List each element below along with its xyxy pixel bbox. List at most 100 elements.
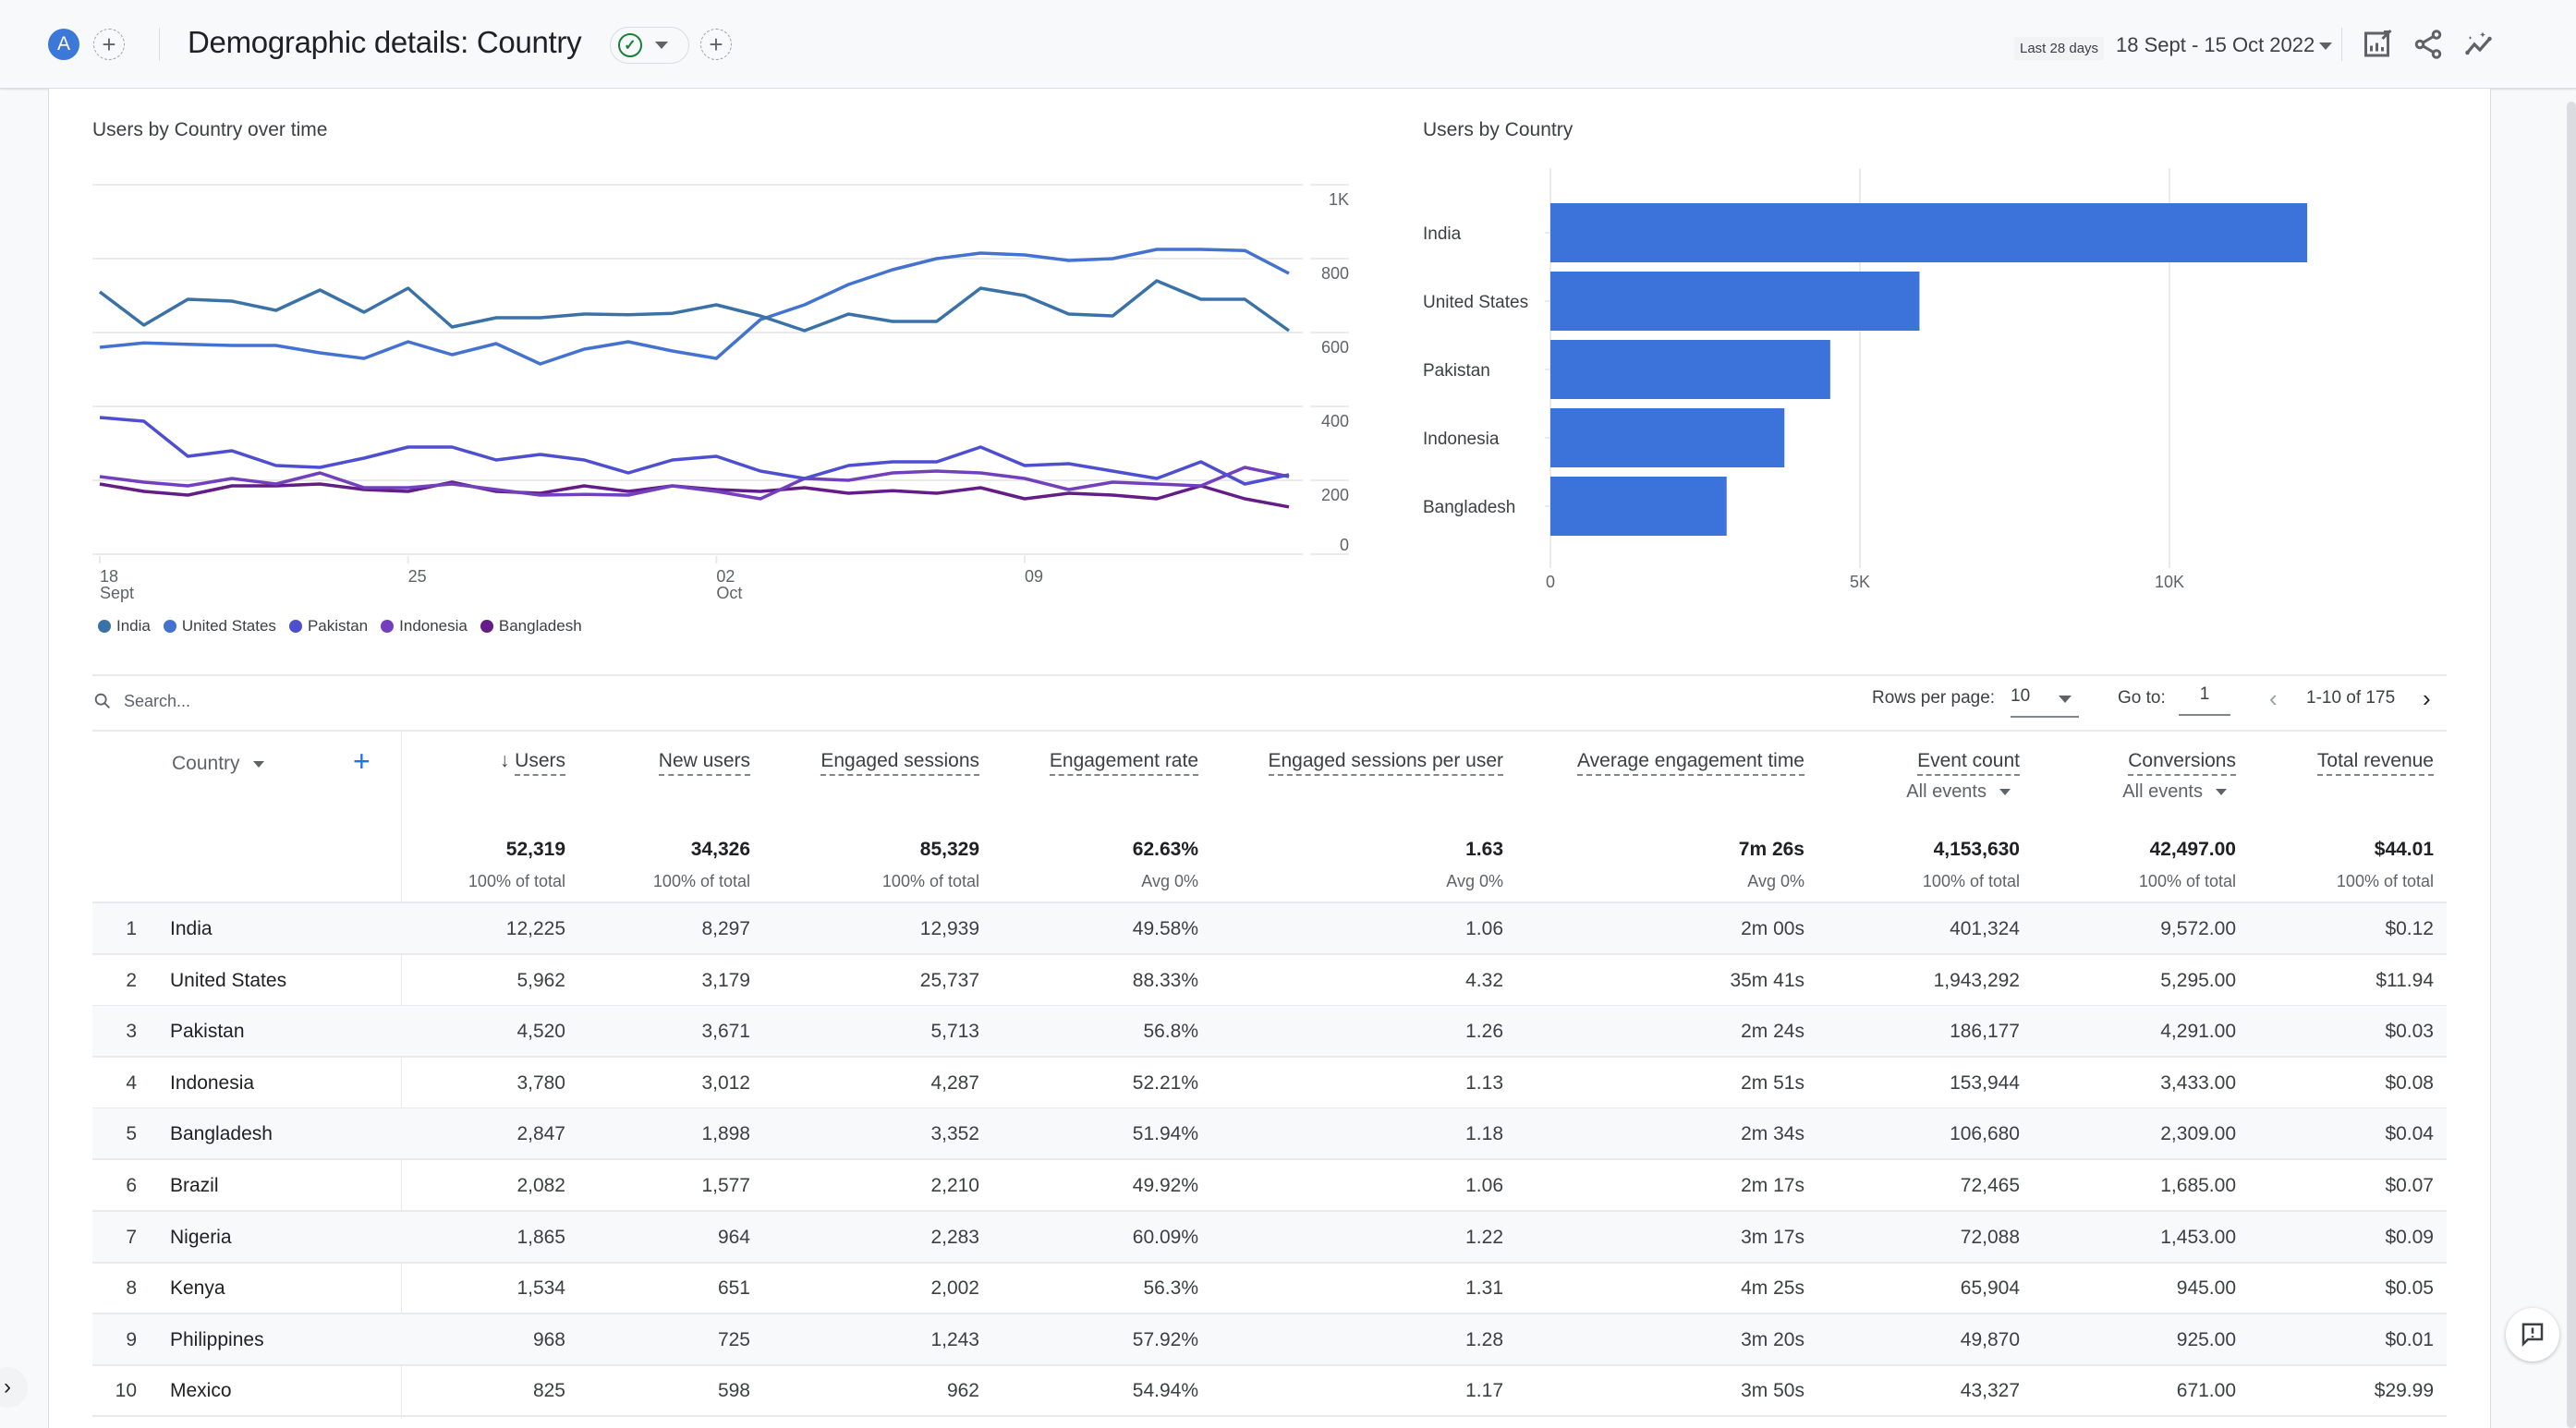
x-tick-label: 25: [408, 567, 427, 586]
column-header-engaged-sessions-per-user[interactable]: Engaged sessions per user: [1268, 750, 1503, 776]
line-chart-title: Users by Country over time: [92, 119, 328, 140]
row-index: 4: [126, 1071, 137, 1094]
column-header-engaged-sessions[interactable]: Engaged sessions: [820, 750, 979, 776]
column-header-engagement-rate[interactable]: Engagement rate: [1049, 750, 1198, 776]
rows-per-page-select[interactable]: 10: [2011, 686, 2079, 718]
table-row[interactable]: 10 Mexico 825 598 962 54.94% 1.17 3m 50s 43,327 6…: [92, 1365, 2447, 1418]
metric-cell: 56.8%: [1143, 1021, 1198, 1043]
chevron-right-icon: ›: [4, 1374, 11, 1399]
date-preset-chip[interactable]: Last 28 days: [2014, 37, 2105, 60]
add-comparison-button[interactable]: +: [93, 29, 125, 60]
column-total-subtext: 100% of total: [1922, 872, 2020, 890]
legend-dot-icon: [98, 620, 111, 633]
table-row[interactable]: 7 Nigeria 1,865 964 2,283 60.09% 1.22 3m 17s 72,…: [92, 1211, 2447, 1264]
event-filter-select[interactable]: All events: [2122, 781, 2227, 803]
legend-item-united-states[interactable]: United States: [163, 617, 276, 635]
bar-chart[interactable]: 0 5K 10K India United States Pakistan Indonesi…: [1414, 157, 2476, 600]
bar-united-states[interactable]: [1550, 272, 1920, 331]
column-header-new-users[interactable]: New users: [658, 750, 750, 776]
insights-icon[interactable]: [2463, 28, 2497, 61]
table-row[interactable]: 3 Pakistan 4,520 3,671 5,713 56.8% 1.26 2m 24s 1…: [92, 1006, 2447, 1059]
metric-cell: 65,904: [1960, 1277, 2020, 1300]
metric-cell: 2,847: [516, 1123, 565, 1145]
x-tick-month-label: Sept: [100, 584, 134, 602]
feedback-button[interactable]: [2506, 1308, 2559, 1361]
table-search[interactable]: Search...: [92, 691, 190, 711]
metric-cell: 3m 17s: [1741, 1226, 1804, 1248]
date-caret-down-icon[interactable]: [2319, 42, 2332, 50]
table-row[interactable]: 4 Indonesia 3,780 3,012 4,287 52.21% 1.13 2m 51…: [92, 1058, 2447, 1109]
column-header-event-count[interactable]: Event count: [1917, 750, 2020, 776]
metric-cell: 2m 34s: [1741, 1123, 1804, 1145]
date-range-picker[interactable]: 18 Sept - 15 Oct 2022: [2116, 33, 2315, 57]
metric-cell: 5,295.00: [2160, 969, 2236, 991]
column-header-label: Engaged sessions: [820, 750, 979, 776]
legend-dot-icon: [381, 620, 395, 633]
table-row[interactable]: 5 Bangladesh 2,847 1,898 3,352 51.94% 1.18 2m 3…: [92, 1108, 2447, 1161]
prev-page-button[interactable]: ‹: [2269, 684, 2278, 713]
legend-item-pakistan[interactable]: Pakistan: [288, 617, 368, 635]
column-header-conversions[interactable]: Conversions: [2128, 750, 2236, 776]
country-cell: Mexico: [170, 1380, 232, 1402]
metric-cell: 72,465: [1960, 1175, 2020, 1196]
legend-item-bangladesh[interactable]: Bangladesh: [480, 617, 582, 635]
metric-cell: 25,737: [919, 969, 979, 991]
add-card-button[interactable]: +: [700, 29, 732, 60]
metric-cell: 4,287: [930, 1071, 979, 1094]
report-status-dropdown[interactable]: ✓: [610, 27, 689, 64]
metric-cell: 8,297: [701, 918, 750, 939]
bar-indonesia[interactable]: [1550, 408, 1785, 467]
country-cell: Kenya: [170, 1277, 225, 1300]
country-cell: Bangladesh: [170, 1123, 273, 1145]
series-line-india[interactable]: [98, 279, 1291, 333]
metric-cell: 1.06: [1465, 1175, 1503, 1196]
metric-cell: 153,944: [1950, 1071, 2020, 1094]
comparison-avatar[interactable]: A: [48, 29, 79, 60]
table-row[interactable]: 2 United States 5,962 3,179 25,737 88.33% 4.32…: [92, 955, 2447, 1007]
metric-cell: $29.99: [2374, 1380, 2434, 1402]
x-tick-label: 02: [716, 567, 735, 586]
table-row[interactable]: 9 Philippines 968 725 1,243 57.92% 1.28 3m 20s 4…: [92, 1313, 2447, 1366]
metric-cell: 1.17: [1465, 1380, 1503, 1402]
country-cell: Nigeria: [170, 1226, 232, 1248]
event-filter-value: All events: [1906, 781, 1987, 802]
metric-cell: 49.92%: [1132, 1175, 1198, 1196]
search-input[interactable]: Search...: [124, 692, 190, 711]
column-total-subtext: 100% of total: [468, 872, 565, 890]
legend-dot-icon: [288, 620, 302, 633]
column-header-label: Conversions: [2128, 750, 2236, 776]
page-scrollbar[interactable]: [2567, 102, 2576, 1428]
series-line-bangladesh[interactable]: [99, 480, 1290, 509]
series-line-united-states[interactable]: [99, 248, 1290, 366]
bar-pakistan[interactable]: [1550, 340, 1830, 399]
y-tick-label: 600: [1321, 338, 1349, 357]
event-filter-select[interactable]: All events: [1906, 781, 2011, 803]
customize-report-icon[interactable]: [2362, 28, 2395, 61]
column-header-average-engagement-time[interactable]: Average engagement time: [1577, 750, 1804, 776]
metric-cell: 1,865: [516, 1226, 565, 1248]
bar-india[interactable]: [1550, 203, 2308, 262]
page-title: Demographic details: Country: [188, 25, 582, 59]
metric-cell: 651: [717, 1277, 750, 1300]
line-chart[interactable]: 0 200 400 600 800 1K 18Sept 25 02Oct 09: [92, 166, 1367, 610]
table-row[interactable]: 8 Kenya 1,534 651 2,002 56.3% 1.31 4m 25s 65,904…: [92, 1263, 2447, 1315]
expand-sidebar-button[interactable]: ›: [0, 1367, 28, 1408]
x-tick-label: 10K: [2155, 573, 2184, 591]
rows-per-page-label: Rows per page:: [1872, 688, 1996, 708]
column-header-total-revenue[interactable]: Total revenue: [2316, 750, 2434, 776]
bar-chart-title: Users by Country: [1423, 119, 1574, 140]
table-row[interactable]: 6 Brazil 2,082 1,577 2,210 49.92% 1.06 2m 17s 72…: [92, 1160, 2447, 1212]
bar-bangladesh[interactable]: [1550, 477, 1727, 536]
table-row[interactable]: 1 India 12,225 8,297 12,939 49.58% 1.06 2m 00s 4…: [92, 903, 2447, 955]
goto-page-input[interactable]: 1: [2179, 684, 2230, 716]
add-dimension-button[interactable]: +: [353, 744, 371, 779]
metric-cell: $0.03: [2385, 1021, 2434, 1043]
rows-per-page-value: 10: [2011, 686, 2031, 706]
series-line-pakistan[interactable]: [99, 416, 1290, 486]
dimension-selector[interactable]: Country: [172, 753, 264, 775]
share-icon[interactable]: [2412, 28, 2445, 61]
next-page-button[interactable]: ›: [2423, 684, 2431, 713]
legend-item-india[interactable]: India: [98, 617, 151, 635]
column-header-users[interactable]: ↓ Users: [500, 750, 565, 776]
legend-item-indonesia[interactable]: Indonesia: [381, 617, 468, 635]
